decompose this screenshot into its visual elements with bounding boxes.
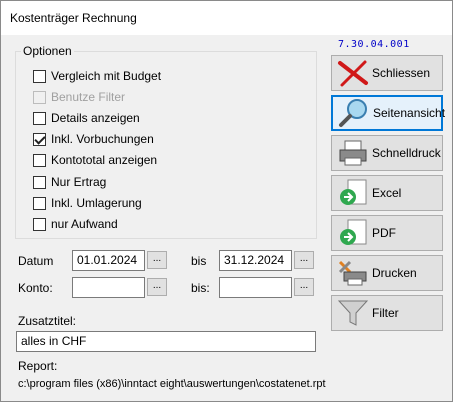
- pdf-button[interactable]: PDF: [331, 215, 443, 251]
- drucken-button[interactable]: Drucken: [331, 255, 443, 291]
- datum-label: Datum: [18, 254, 54, 268]
- konto-to-picker-button[interactable]: ...: [294, 278, 314, 296]
- version-label: 7.30.04.001: [338, 39, 410, 50]
- checkbox-box: [33, 90, 46, 104]
- checkbox-box[interactable]: [33, 175, 46, 189]
- checkbox-label: Nur Ertrag: [51, 175, 107, 189]
- filter-label: Filter: [372, 306, 399, 320]
- checkbox-benutze-filter: Benutze Filter: [33, 90, 125, 104]
- report-path: c:\program files (x86)\inntact eight\aus…: [18, 378, 326, 390]
- checkbox-vergleich-mit-budget[interactable]: Vergleich mit Budget: [33, 69, 161, 83]
- schnelldruck-label: Schnelldruck: [372, 146, 441, 160]
- checkbox-inkl-umlagerung[interactable]: Inkl. Umlagerung: [33, 196, 142, 210]
- checkbox-label: Vergleich mit Budget: [51, 69, 162, 83]
- datum-to-field[interactable]: 31.12.2024: [219, 250, 292, 271]
- print-settings-icon: [336, 258, 370, 288]
- checkbox-nur-aufwand[interactable]: nur Aufwand: [33, 217, 118, 231]
- options-legend: Optionen: [21, 44, 74, 58]
- excel-button[interactable]: Excel: [331, 175, 443, 211]
- pdf-export-icon: [336, 218, 370, 248]
- seitenansicht-label: Seitenansicht: [373, 106, 446, 120]
- checkbox-nur-ertrag[interactable]: Nur Ertrag: [33, 175, 106, 189]
- checkbox-box[interactable]: [33, 196, 46, 210]
- datum-to-picker-button[interactable]: ...: [294, 251, 314, 269]
- drucken-label: Drucken: [372, 266, 417, 280]
- schnelldruck-button[interactable]: Schnelldruck: [331, 135, 443, 171]
- checkbox-box[interactable]: [33, 111, 46, 125]
- checkbox-label: Inkl. Umlagerung: [51, 196, 142, 210]
- datum-from-picker-button[interactable]: ...: [147, 251, 167, 269]
- konto-bis-label: bis:: [191, 281, 210, 295]
- pdf-label: PDF: [372, 226, 396, 240]
- checkbox-box[interactable]: [33, 69, 46, 83]
- checkbox-label: Inkl. Vorbuchungen: [51, 132, 154, 146]
- konto-from-field[interactable]: [72, 277, 145, 298]
- checkbox-inkl-vorbuchungen[interactable]: Inkl. Vorbuchungen: [33, 132, 154, 146]
- konto-from-picker-button[interactable]: ...: [147, 278, 167, 296]
- printer-icon: [336, 138, 370, 168]
- checkbox-details-anzeigen[interactable]: Details anzeigen: [33, 111, 140, 125]
- report-label: Report:: [18, 359, 58, 373]
- konto-to-field[interactable]: [219, 277, 292, 298]
- filter-button[interactable]: Filter: [331, 295, 443, 331]
- datum-from-field[interactable]: 01.01.2024: [72, 250, 145, 271]
- checkbox-label: Details anzeigen: [51, 111, 140, 125]
- checkbox-box[interactable]: [33, 217, 46, 231]
- zusatztitel-input[interactable]: alles in CHF: [16, 331, 316, 352]
- checkbox-kontototal-anzeigen[interactable]: Kontototal anzeigen: [33, 153, 157, 167]
- funnel-icon: [336, 298, 370, 328]
- dialog-window: Kostenträger Rechnung 7.30.04.001 Option…: [0, 0, 453, 402]
- datum-bis-label: bis: [191, 254, 207, 268]
- seitenansicht-button[interactable]: Seitenansicht: [331, 95, 446, 131]
- checkbox-label: Kontototal anzeigen: [51, 153, 158, 167]
- schliessen-label: Schliessen: [372, 66, 431, 80]
- close-x-icon: [336, 58, 370, 88]
- zusatztitel-label: Zusatztitel:: [18, 314, 77, 328]
- title-bar: Kostenträger Rechnung: [1, 1, 452, 35]
- checkbox-label: Benutze Filter: [51, 90, 126, 104]
- excel-label: Excel: [372, 186, 402, 200]
- schliessen-button[interactable]: Schliessen: [331, 55, 443, 91]
- checkbox-box[interactable]: [33, 132, 46, 146]
- checkbox-label: nur Aufwand: [51, 217, 118, 231]
- konto-label: Konto:: [18, 281, 53, 295]
- window-title: Kostenträger Rechnung: [10, 11, 137, 25]
- excel-export-icon: [336, 178, 370, 208]
- checkbox-box[interactable]: [33, 153, 46, 167]
- magnifier-icon: [337, 98, 371, 128]
